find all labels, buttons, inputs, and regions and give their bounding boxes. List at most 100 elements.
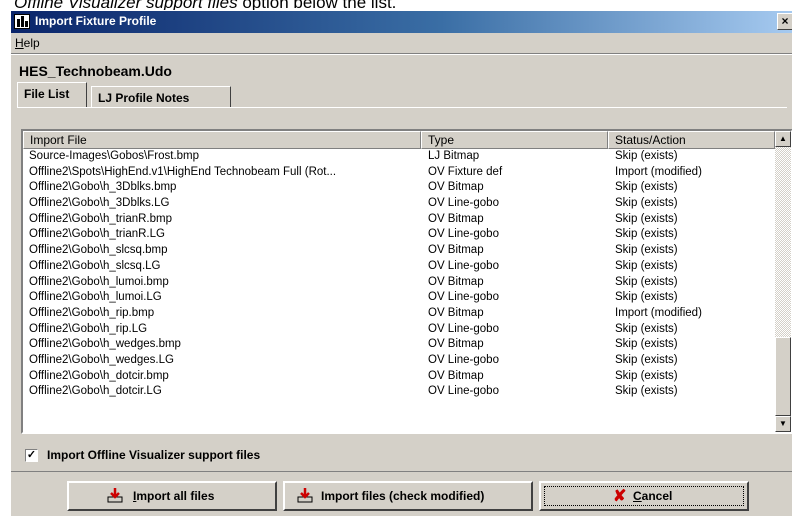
cell-status: Skip (exists) [615, 275, 678, 288]
cell-import-file: Offline2\Gobo\h_rip.LG [29, 322, 148, 335]
cell-import-file: Offline2\Gobo\h_wedges.bmp [29, 338, 181, 351]
import-support-files-label[interactable]: Import Offline Visualizer support files [47, 448, 260, 462]
cell-status: Skip (exists) [615, 228, 678, 241]
table-row[interactable]: Offline2\Gobo\h_trianR.LG OV Line-gobo Ski… [23, 227, 775, 243]
table-row[interactable]: Offline2\Gobo\h_lumoi.bmp OV Bitmap Skip (… [23, 275, 775, 291]
scroll-down-arrow-icon[interactable]: ▼ [775, 416, 791, 432]
cell-import-file: Offline2\Gobo\h_slcsq.LG [29, 259, 161, 272]
cancel-label: Cancel [633, 489, 673, 503]
table-row[interactable]: Offline2\Gobo\h_dotcir.bmp OV Bitmap Skip … [23, 369, 775, 385]
import-support-files-checkbox[interactable]: ✓ [25, 449, 38, 462]
cell-status: Skip (exists) [615, 181, 678, 194]
list-header: Import File Type Status/Action [23, 131, 775, 149]
import-all-files-label: Import all files [133, 489, 215, 503]
column-header-status[interactable]: Status/Action [608, 131, 775, 149]
cell-type: OV Bitmap [428, 275, 484, 288]
table-row[interactable]: Offline2\Gobo\h_3Dblks.LG OV Line-gobo Ski… [23, 196, 775, 212]
cell-import-file: Offline2\Gobo\h_dotcir.LG [29, 385, 162, 398]
import-fixture-profile-dialog: Import Fixture Profile × Help HES_Techno… [10, 10, 792, 516]
cell-type: OV Line-gobo [428, 197, 499, 210]
table-row[interactable]: Offline2\Gobo\h_rip.bmp OV Bitmap Import (… [23, 306, 775, 322]
table-row[interactable]: Offline2\Gobo\h_wedges.bmp OV Bitmap Skip … [23, 337, 775, 353]
profile-name: HES_Technobeam.Udo [19, 63, 172, 79]
cancel-button[interactable]: ✘ Cancel [539, 481, 749, 511]
vertical-scrollbar[interactable]: ▲ ▼ [775, 131, 791, 432]
column-header-type[interactable]: Type [421, 131, 608, 149]
caption-rest: option below the list. [237, 0, 397, 10]
menu-bar: Help [11, 34, 792, 53]
column-header-import-file[interactable]: Import File [23, 131, 421, 149]
cell-status: Skip (exists) [615, 385, 678, 398]
cell-type: OV Bitmap [428, 338, 484, 351]
cell-status: Skip (exists) [615, 353, 678, 366]
cell-status: Skip (exists) [615, 338, 678, 351]
cell-import-file: Offline2\Gobo\h_lumoi.LG [29, 291, 162, 304]
cell-type: OV Bitmap [428, 369, 484, 382]
cell-type: OV Line-gobo [428, 353, 499, 366]
cell-status: Import (modified) [615, 165, 702, 178]
cell-status: Import (modified) [615, 306, 702, 319]
import-modified-files-label: Import files (check modified) [321, 489, 485, 503]
tab-lj-profile-notes[interactable]: LJ Profile Notes [91, 86, 231, 107]
table-row[interactable]: Offline2\Gobo\h_slcsq.bmp OV Bitmap Skip (… [23, 243, 775, 259]
cell-import-file: Offline2\Gobo\h_trianR.LG [29, 228, 165, 241]
scroll-up-arrow-icon[interactable]: ▲ [775, 131, 791, 147]
cell-type: OV Line-gobo [428, 291, 499, 304]
tab-panel-edge [17, 107, 787, 108]
table-row[interactable]: Offline2\Spots\HighEnd.v1\HighEnd Techno… [23, 165, 775, 181]
cell-type: OV Bitmap [428, 244, 484, 257]
import-all-files-button[interactable]: Import all files [67, 481, 277, 511]
caption-italic: Offline Visualizer support files [14, 0, 238, 10]
title-bar[interactable]: Import Fixture Profile × [11, 11, 792, 33]
lightjockey-app-icon [14, 14, 30, 29]
cell-status: Skip (exists) [615, 197, 678, 210]
cell-status: Skip (exists) [615, 150, 678, 162]
table-row[interactable]: Offline2\Gobo\h_lumoi.LG OV Line-gobo Skip… [23, 290, 775, 306]
cell-import-file: Offline2\Gobo\h_3Dblks.bmp [29, 181, 177, 194]
cell-status: Skip (exists) [615, 291, 678, 304]
window-title: Import Fixture Profile [35, 14, 157, 28]
table-row[interactable]: Offline2\Gobo\h_3Dblks.bmp OV Bitmap Skip … [23, 180, 775, 196]
cell-status: Skip (exists) [615, 212, 678, 225]
scroll-thumb[interactable] [775, 337, 791, 416]
cell-import-file: Offline2\Spots\HighEnd.v1\HighEnd Techno… [29, 165, 337, 178]
table-row[interactable]: Offline2\Gobo\h_trianR.bmp OV Bitmap Skip … [23, 212, 775, 228]
cell-type: OV Line-gobo [428, 322, 499, 335]
table-row[interactable]: Offline2\Gobo\h_slcsq.LG OV Line-gobo Skip… [23, 259, 775, 275]
table-row[interactable]: Offline2\Gobo\h_wedges.LG OV Line-gobo Ski… [23, 353, 775, 369]
import-tray-icon [297, 488, 313, 503]
cell-type: LJ Bitmap [428, 150, 480, 162]
cell-type: OV Line-gobo [428, 228, 499, 241]
cell-type: OV Bitmap [428, 181, 484, 194]
red-x-icon: ✘ [613, 488, 627, 505]
import-tray-icon [107, 488, 123, 503]
cell-status: Skip (exists) [615, 322, 678, 335]
cell-type: OV Line-gobo [428, 259, 499, 272]
list-rows: Source-Images\Gobos\Frost.bmp LJ Bitmap Sk… [23, 149, 775, 432]
cell-status: Skip (exists) [615, 259, 678, 272]
close-button[interactable]: × [777, 13, 792, 30]
cell-import-file: Offline2\Gobo\h_dotcir.bmp [29, 369, 169, 382]
menu-help[interactable]: Help [15, 36, 40, 50]
cell-type: OV Line-gobo [428, 385, 499, 398]
button-panel: Import all files Import files (check mod… [11, 471, 792, 516]
cell-status: Skip (exists) [615, 369, 678, 382]
cell-import-file: Offline2\Gobo\h_wedges.LG [29, 353, 174, 366]
import-file-list[interactable]: Import File Type Status/Action Source-Im… [21, 129, 792, 434]
menu-divider [11, 53, 792, 55]
table-row[interactable]: Offline2\Gobo\h_dotcir.LG OV Line-gobo Ski… [23, 384, 775, 400]
cell-type: OV Bitmap [428, 212, 484, 225]
cell-status: Skip (exists) [615, 244, 678, 257]
cell-type: OV Bitmap [428, 306, 484, 319]
caption-text: Offline Visualizer support files option … [14, 0, 396, 10]
caption-fragment: Offline Visualizer support files option … [0, 0, 792, 10]
cell-import-file: Offline2\Gobo\h_3Dblks.LG [29, 197, 170, 210]
cell-import-file: Offline2\Gobo\h_trianR.bmp [29, 212, 172, 225]
tab-file-list[interactable]: File List [17, 82, 87, 107]
cell-import-file: Source-Images\Gobos\Frost.bmp [29, 150, 200, 162]
import-modified-files-button[interactable]: Import files (check modified) [283, 481, 533, 511]
cell-import-file: Offline2\Gobo\h_slcsq.bmp [29, 244, 168, 257]
table-row[interactable]: Source-Images\Gobos\Frost.bmp LJ Bitmap Sk… [23, 149, 775, 165]
cell-import-file: Offline2\Gobo\h_rip.bmp [29, 306, 155, 319]
table-row[interactable]: Offline2\Gobo\h_rip.LG OV Line-gobo Skip (… [23, 322, 775, 338]
